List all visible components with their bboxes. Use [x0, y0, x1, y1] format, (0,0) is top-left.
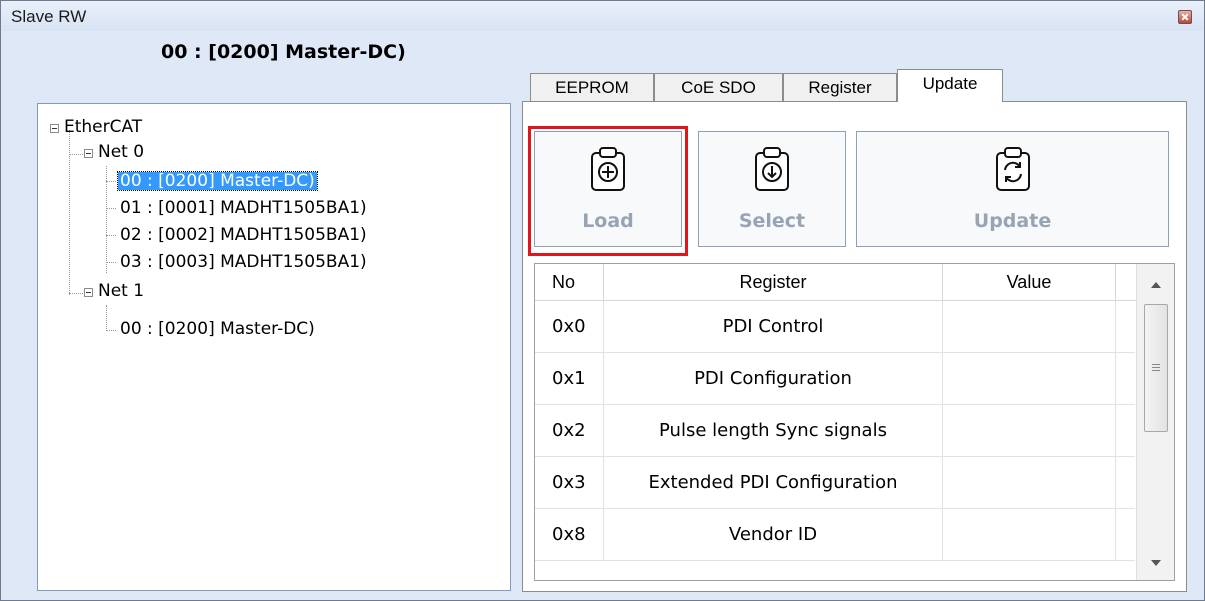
load-highlight-box: [528, 126, 688, 256]
clipboard-refresh-icon: [995, 147, 1030, 191]
collapse-icon[interactable]: [84, 149, 93, 158]
cell-no: 0x0: [535, 301, 604, 353]
tree-node-net1[interactable]: Net 1: [98, 282, 144, 300]
slave-rw-window: Slave RW 00 : [0200] Master-DC) EtherCAT…: [0, 0, 1205, 601]
scroll-up-icon[interactable]: [1151, 282, 1161, 288]
tab-update[interactable]: Update: [897, 69, 1003, 102]
cell-register: Extended PDI Configuration: [604, 457, 943, 509]
table-row[interactable]: 0x3 Extended PDI Configuration: [535, 457, 1135, 509]
tab-register[interactable]: Register: [783, 73, 897, 101]
tree-line: [106, 235, 116, 236]
scroll-down-icon[interactable]: [1151, 560, 1161, 566]
tree-item-net1-slave0[interactable]: 00 : [0200] Master-DC): [120, 320, 315, 338]
tree-node-net0[interactable]: Net 0: [98, 143, 144, 161]
tree-item-net0-slave3[interactable]: 03 : [0003] MADHT1505BA1): [120, 253, 367, 271]
slave-tree[interactable]: EtherCAT Net 0 00 : [0200] Master-DC) 01…: [37, 103, 511, 591]
tree-line: [106, 181, 116, 182]
collapse-icon[interactable]: [84, 288, 93, 297]
tree-item-net0-slave2[interactable]: 02 : [0002] MADHT1505BA1): [120, 226, 367, 244]
tree-item-net0-slave1[interactable]: 01 : [0001] MADHT1505BA1): [120, 199, 367, 217]
selected-slave-header: 00 : [0200] Master-DC): [161, 41, 406, 63]
grip-icon: [1152, 364, 1160, 365]
clipboard-download-icon: [755, 147, 789, 191]
column-header-value[interactable]: Value: [943, 264, 1116, 301]
update-button[interactable]: Update: [856, 131, 1169, 247]
vertical-scrollbar[interactable]: [1136, 264, 1174, 580]
tree-line: [106, 262, 116, 263]
tree-line: [106, 166, 107, 273]
cell-no: 0x8: [535, 509, 604, 561]
select-button[interactable]: Select: [698, 131, 846, 247]
cell-no: 0x3: [535, 457, 604, 509]
column-header-register[interactable]: Register: [604, 264, 943, 301]
cell-no: 0x1: [535, 353, 604, 405]
close-icon[interactable]: [1178, 10, 1192, 24]
update-label: Update: [973, 210, 1052, 232]
table-row[interactable]: 0x8 Vendor ID: [535, 509, 1135, 561]
cell-register: Pulse length Sync signals: [604, 405, 943, 457]
tree-line: [69, 293, 83, 294]
table-row[interactable]: 0x0 PDI Control: [535, 301, 1135, 353]
table-row[interactable]: 0x2 Pulse length Sync signals: [535, 405, 1135, 457]
column-header-no[interactable]: No: [535, 264, 604, 301]
cell-no: 0x2: [535, 405, 604, 457]
tree-item-net0-slave0[interactable]: 00 : [0200] Master-DC): [117, 171, 318, 191]
table-row[interactable]: 0x1 PDI Configuration: [535, 353, 1135, 405]
tab-eeprom[interactable]: EEPROM: [530, 73, 654, 101]
cell-register: PDI Control: [604, 301, 943, 353]
cell-value[interactable]: [943, 353, 1116, 405]
tree-line: [106, 208, 116, 209]
tree-line: [106, 305, 107, 331]
cell-value[interactable]: [943, 405, 1116, 457]
tree-root-ethercat[interactable]: EtherCAT: [64, 118, 142, 136]
column-header-filler: [1116, 264, 1137, 301]
tree-line: [69, 154, 83, 155]
tab-coe-sdo[interactable]: CoE SDO: [654, 73, 783, 101]
cell-value[interactable]: [943, 457, 1116, 509]
cell-value[interactable]: [943, 509, 1116, 561]
collapse-icon[interactable]: [50, 124, 59, 133]
cell-value[interactable]: [943, 301, 1116, 353]
select-label: Select: [738, 210, 806, 232]
register-table[interactable]: No Register Value 0x0 PDI Control 0x1 PD…: [534, 263, 1175, 581]
cell-register: Vendor ID: [604, 509, 943, 561]
title-bar: Slave RW: [1, 1, 1204, 31]
tree-line: [106, 330, 116, 331]
cell-register: PDI Configuration: [604, 353, 943, 405]
scroll-thumb[interactable]: [1144, 304, 1168, 432]
window-title: Slave RW: [11, 7, 87, 26]
